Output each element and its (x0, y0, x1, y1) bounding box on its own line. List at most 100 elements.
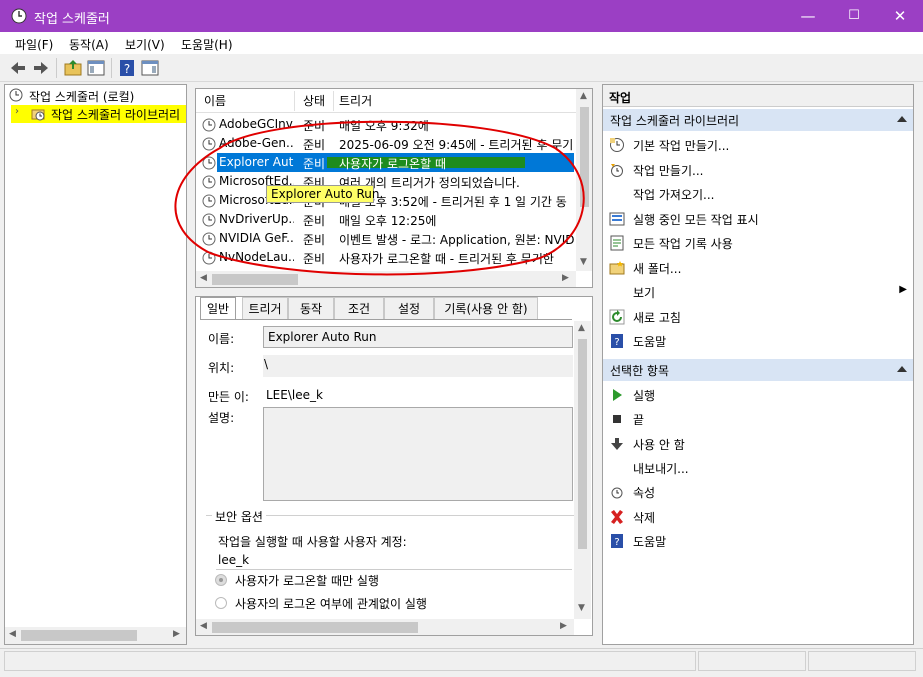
scrollbar-thumb[interactable] (212, 622, 418, 633)
tab-conditions[interactable]: 조건 (334, 297, 384, 319)
scroll-left-icon[interactable]: ◀ (9, 629, 16, 639)
scroll-right-icon[interactable]: ▶ (173, 629, 180, 639)
column-header-name[interactable]: 이름 (204, 91, 226, 113)
menu-bar: 파일(F) 동작(A) 보기(V) 도움말(H) (0, 32, 923, 54)
scroll-up-icon[interactable]: ▲ (580, 91, 587, 101)
action-item[interactable]: 삭제 (603, 505, 913, 529)
horizontal-scrollbar[interactable]: ◀ ▶ (5, 627, 186, 644)
action-label: 보기 (633, 286, 656, 300)
delete-icon (611, 509, 623, 524)
action-item[interactable]: 내보내기... (603, 456, 913, 480)
table-row[interactable]: MicrosoftEd...준비매일 오후 3:52에 - 트리거된 후 1 일… (196, 191, 576, 210)
action-item[interactable]: ? 도움말 (603, 529, 913, 553)
radio-regardless[interactable] (215, 597, 227, 609)
new-folder-icon (609, 260, 625, 274)
action-item[interactable]: 기본 작업 만들기... (603, 133, 913, 157)
tree-item-library[interactable]: › 작업 스케줄러 라이브러리 (11, 105, 186, 123)
table-row[interactable]: NVIDIA GeF... 준비 이벤트 발생 - 로그: Application,… (196, 229, 576, 248)
forward-arrow-icon[interactable] (31, 58, 51, 78)
close-button[interactable]: ✕ (877, 0, 923, 32)
action-item[interactable]: ? 도움말 (603, 329, 913, 353)
action-item[interactable]: 보기 ▶ (603, 280, 913, 304)
tree-item-label: 작업 스케줄러 라이브러리 (51, 108, 181, 122)
scrollbar-thumb[interactable] (21, 630, 137, 641)
actions-header-title: 작업 (609, 91, 632, 105)
vertical-scrollbar[interactable]: ▲ ▼ (576, 89, 592, 271)
scroll-left-icon[interactable]: ◀ (200, 621, 207, 631)
menu-file[interactable]: 파일(F) (15, 36, 53, 53)
horizontal-scrollbar[interactable]: ◀ ▶ (196, 619, 574, 635)
table-row[interactable]: Explorer Aut... 준비 사용자가 로그온할 때 (196, 153, 576, 172)
back-arrow-icon[interactable] (8, 58, 28, 78)
action-item[interactable]: 새 폴더... (603, 256, 913, 280)
status-cell (698, 651, 806, 671)
tab-settings[interactable]: 설정 (384, 297, 434, 319)
action-item[interactable]: 속성 (603, 480, 913, 504)
clock-icon (11, 8, 27, 24)
column-divider[interactable] (294, 91, 295, 111)
action-item[interactable]: 실행 (603, 383, 913, 407)
up-folder-icon[interactable] (63, 58, 83, 78)
action-item[interactable]: 작업 만들기... (603, 158, 913, 182)
scroll-down-icon[interactable]: ▼ (578, 603, 585, 613)
action-label: 속성 (633, 486, 656, 501)
tab-actions[interactable]: 동작 (288, 297, 334, 319)
horizontal-scrollbar[interactable]: ◀ ▶ (196, 271, 576, 287)
action-item[interactable]: 사용 안 함 (603, 432, 913, 456)
column-header-status[interactable]: 상태 (303, 91, 325, 113)
vertical-scrollbar[interactable]: ▲ ▼ (574, 321, 591, 619)
scroll-right-icon[interactable]: ▶ (562, 273, 569, 283)
console-tree-pane: 작업 스케줄러 (로컬) › 작업 스케줄러 라이브러리 ◀ ▶ (4, 84, 187, 645)
cell-trigger: 이벤트 발생 - 로그: Application, 원본: NVID (339, 233, 575, 247)
table-row[interactable]: Adobe-Gen... 준비 2025-06-09 오전 9:45에 - 트리거된… (196, 134, 576, 153)
menu-action[interactable]: 동작(A) (69, 36, 109, 53)
action-item[interactable]: 끝 (603, 407, 913, 431)
actions-pane: 작업 작업 스케줄러 라이브러리 기본 작업 만들기... 작업 만들기... 작업… (602, 84, 914, 645)
scroll-left-icon[interactable]: ◀ (200, 273, 207, 283)
table-row[interactable]: AdobeGCInv... 준비 매일 오후 9:32에 (196, 115, 576, 134)
table-row[interactable]: MicrosoftEd... 준비 여러 개의 트리거가 정의되었습니다. (196, 172, 576, 191)
show-hide-action-pane-icon[interactable] (140, 58, 160, 78)
action-item[interactable]: 작업 가져오기... (603, 182, 913, 206)
refresh-icon (609, 309, 625, 324)
cell-status: 준비 (303, 138, 326, 152)
name-field[interactable]: Explorer Auto Run (263, 326, 573, 348)
maximize-button[interactable]: ☐ (831, 0, 877, 32)
clock-icon (9, 88, 23, 102)
scrollbar-thumb[interactable] (212, 274, 298, 285)
cell-trigger: 2025-06-09 오전 9:45에 - 트리거된 후 무기 (339, 138, 574, 152)
help-icon[interactable]: ? (117, 58, 137, 78)
tab-history[interactable]: 기록(사용 안 함) (434, 297, 538, 319)
column-header-row (196, 89, 576, 113)
scrollbar-thumb[interactable] (580, 107, 589, 207)
description-field[interactable] (263, 407, 573, 501)
tree-root[interactable]: 작업 스케줄러 (로컬) (29, 88, 134, 105)
table-row[interactable]: NvDriverUp... 준비 매일 오후 12:25에 (196, 210, 576, 229)
tab-triggers[interactable]: 트리거 (242, 297, 288, 319)
action-item[interactable]: 새로 고침 (603, 305, 913, 329)
menu-help[interactable]: 도움말(H) (181, 36, 233, 53)
scroll-down-icon[interactable]: ▼ (580, 257, 587, 267)
title-bar[interactable]: 작업 스케줄러 — ☐ ✕ (0, 0, 923, 32)
column-divider[interactable] (333, 91, 334, 111)
radio-logon-only[interactable] (215, 574, 227, 586)
end-icon (613, 415, 621, 424)
minimize-button[interactable]: — (785, 0, 831, 32)
column-header-trigger[interactable]: 트리거 (339, 91, 372, 113)
section-selected-item[interactable]: 선택한 항목 (603, 359, 913, 381)
collapse-icon[interactable] (897, 116, 907, 122)
chevron-right-icon[interactable]: › (15, 106, 19, 117)
scroll-up-icon[interactable]: ▲ (578, 323, 585, 333)
section-library[interactable]: 작업 스케줄러 라이브러리 (603, 109, 913, 131)
cell-trigger: 매일 오후 9:32에 (339, 119, 429, 133)
collapse-icon[interactable] (897, 366, 907, 372)
table-row[interactable]: NvNodeLau... 준비 사용자가 로그온할 때 - 트리거된 후 무기한 (196, 248, 576, 267)
scroll-right-icon[interactable]: ▶ (560, 621, 567, 631)
tab-general[interactable]: 일반 (200, 297, 236, 319)
show-hide-console-tree-icon[interactable] (86, 58, 106, 78)
cell-status: 준비 (303, 119, 326, 133)
scrollbar-thumb[interactable] (578, 339, 587, 549)
action-item[interactable]: 모든 작업 기록 사용 (603, 231, 913, 255)
action-item[interactable]: 실행 중인 모든 작업 표시 (603, 207, 913, 231)
menu-view[interactable]: 보기(V) (125, 36, 165, 53)
